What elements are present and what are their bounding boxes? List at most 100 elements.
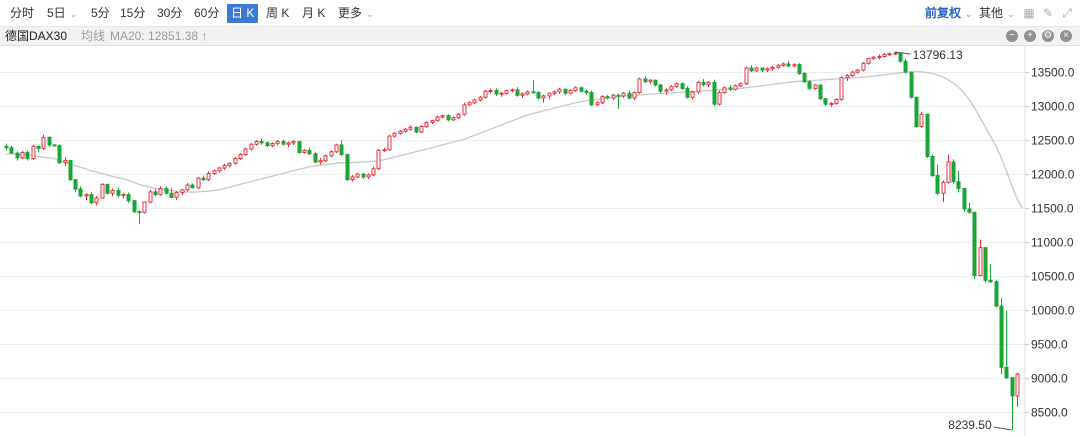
candle	[259, 138, 264, 145]
candle	[467, 101, 472, 107]
candle	[446, 114, 451, 122]
candle-body-up	[376, 149, 381, 170]
candle-body-up	[142, 201, 147, 213]
candle-body-up	[217, 167, 222, 172]
candle-body-up	[552, 91, 557, 94]
period-tab[interactable]: 30分	[157, 4, 182, 23]
fullscreen-icon[interactable]: ⤢	[1060, 6, 1074, 20]
candle-body-down	[930, 155, 935, 177]
period-tab[interactable]: 分时	[10, 4, 34, 23]
candle-body-down	[531, 91, 536, 94]
candle-body-up	[510, 89, 515, 92]
candle-body-down	[4, 145, 9, 149]
candle-body-down	[903, 60, 908, 73]
period-tab-label: 分时	[10, 6, 35, 20]
candle-body-down	[25, 151, 30, 160]
period-tab[interactable]: 更多 ⌄	[338, 4, 374, 23]
y-tick-label: 10500.0	[1031, 270, 1075, 284]
candle	[637, 77, 642, 94]
candle	[456, 112, 461, 120]
candle-body-down	[536, 92, 541, 99]
candle	[690, 90, 695, 100]
candle	[302, 149, 307, 154]
candle	[430, 119, 435, 124]
indicator-bar: 德国DAX30 均线 MA20: 12851.38 ↑ − + ⚙ ×	[0, 27, 1080, 46]
candle	[627, 90, 632, 100]
period-tab[interactable]: 60分	[194, 4, 219, 23]
candle-body-up	[871, 56, 876, 60]
candle	[765, 67, 770, 73]
add-indicator-icon[interactable]: +	[1024, 30, 1036, 42]
candle	[717, 90, 722, 106]
draw-icon[interactable]: ✎	[1041, 6, 1055, 20]
candle-body-up	[568, 90, 573, 94]
period-tab-label: 周 K	[266, 6, 290, 20]
candle	[722, 86, 727, 94]
chevron-down-icon: ⌄	[366, 9, 374, 19]
candle-body-up	[233, 158, 238, 164]
candle-body-up	[850, 71, 855, 77]
adjust-dropdown[interactable]: 前复权 ⌄	[925, 4, 973, 23]
candle-body-up	[733, 85, 738, 90]
candle-body-up	[669, 85, 674, 91]
candle-body-up	[621, 92, 626, 97]
candle-body-up	[110, 190, 115, 194]
candle-body-down	[36, 145, 41, 149]
candle	[398, 129, 403, 135]
candle	[180, 189, 185, 196]
close-icon[interactable]: ×	[1060, 30, 1072, 42]
candle-body-down	[643, 78, 648, 83]
candlestick-chart[interactable]: 8500.0 9000.0 9500.0 10000.0 10500.0 11000.0 1…	[0, 46, 1080, 436]
minimize-icon[interactable]: −	[1006, 30, 1018, 42]
candle-body-up	[456, 113, 461, 119]
period-tab[interactable]: 5分	[91, 4, 110, 23]
candle-body-down	[414, 126, 419, 133]
ma-type-label[interactable]: 均线	[81, 27, 105, 45]
period-tab[interactable]: 周 K	[266, 4, 289, 23]
settings-icon[interactable]: ⚙	[1042, 30, 1054, 42]
candle-body-up	[547, 92, 552, 97]
candle	[744, 66, 749, 86]
candle	[531, 80, 536, 94]
candle-body-up	[467, 102, 472, 106]
candle-body-up	[249, 143, 254, 150]
candle	[286, 141, 291, 147]
candle-body-up	[329, 151, 334, 157]
candle-body-down	[956, 181, 961, 189]
candle	[249, 142, 254, 151]
candle	[595, 101, 600, 107]
candle	[387, 134, 392, 152]
grid-icon[interactable]: ▦	[1022, 6, 1036, 20]
period-tab[interactable]: 15分	[120, 4, 145, 23]
candle	[9, 145, 14, 154]
candle	[946, 154, 951, 184]
candle	[376, 149, 381, 171]
candle	[371, 166, 376, 177]
candle	[994, 279, 999, 308]
candle-body-up	[845, 75, 850, 79]
candle	[504, 89, 509, 95]
candle-body-up	[946, 161, 951, 183]
candle	[201, 175, 206, 181]
candle	[116, 187, 121, 198]
candle-body-up	[63, 160, 68, 164]
candle-body-down	[563, 88, 568, 94]
period-tab[interactable]: 5日 ⌄	[47, 4, 77, 23]
candle	[494, 88, 499, 96]
candle-body-down	[584, 90, 589, 94]
candle	[941, 180, 946, 203]
candle	[999, 297, 1004, 375]
candle-body-up	[180, 189, 185, 194]
candle-body-down	[259, 141, 264, 144]
period-tab[interactable]: 月 K	[302, 4, 325, 23]
period-tab[interactable]: 日 K	[227, 4, 259, 23]
candle-body-up	[690, 91, 695, 98]
candle-body-up	[174, 192, 179, 198]
candle-body-down	[297, 141, 302, 153]
other-dropdown[interactable]: 其他 ⌄	[979, 4, 1015, 23]
candle-body-up	[254, 141, 259, 145]
y-tick-label: 9000.0	[1031, 372, 1068, 386]
candle-body-down	[105, 183, 110, 194]
candle	[137, 210, 142, 224]
candle-body-up	[435, 116, 440, 121]
